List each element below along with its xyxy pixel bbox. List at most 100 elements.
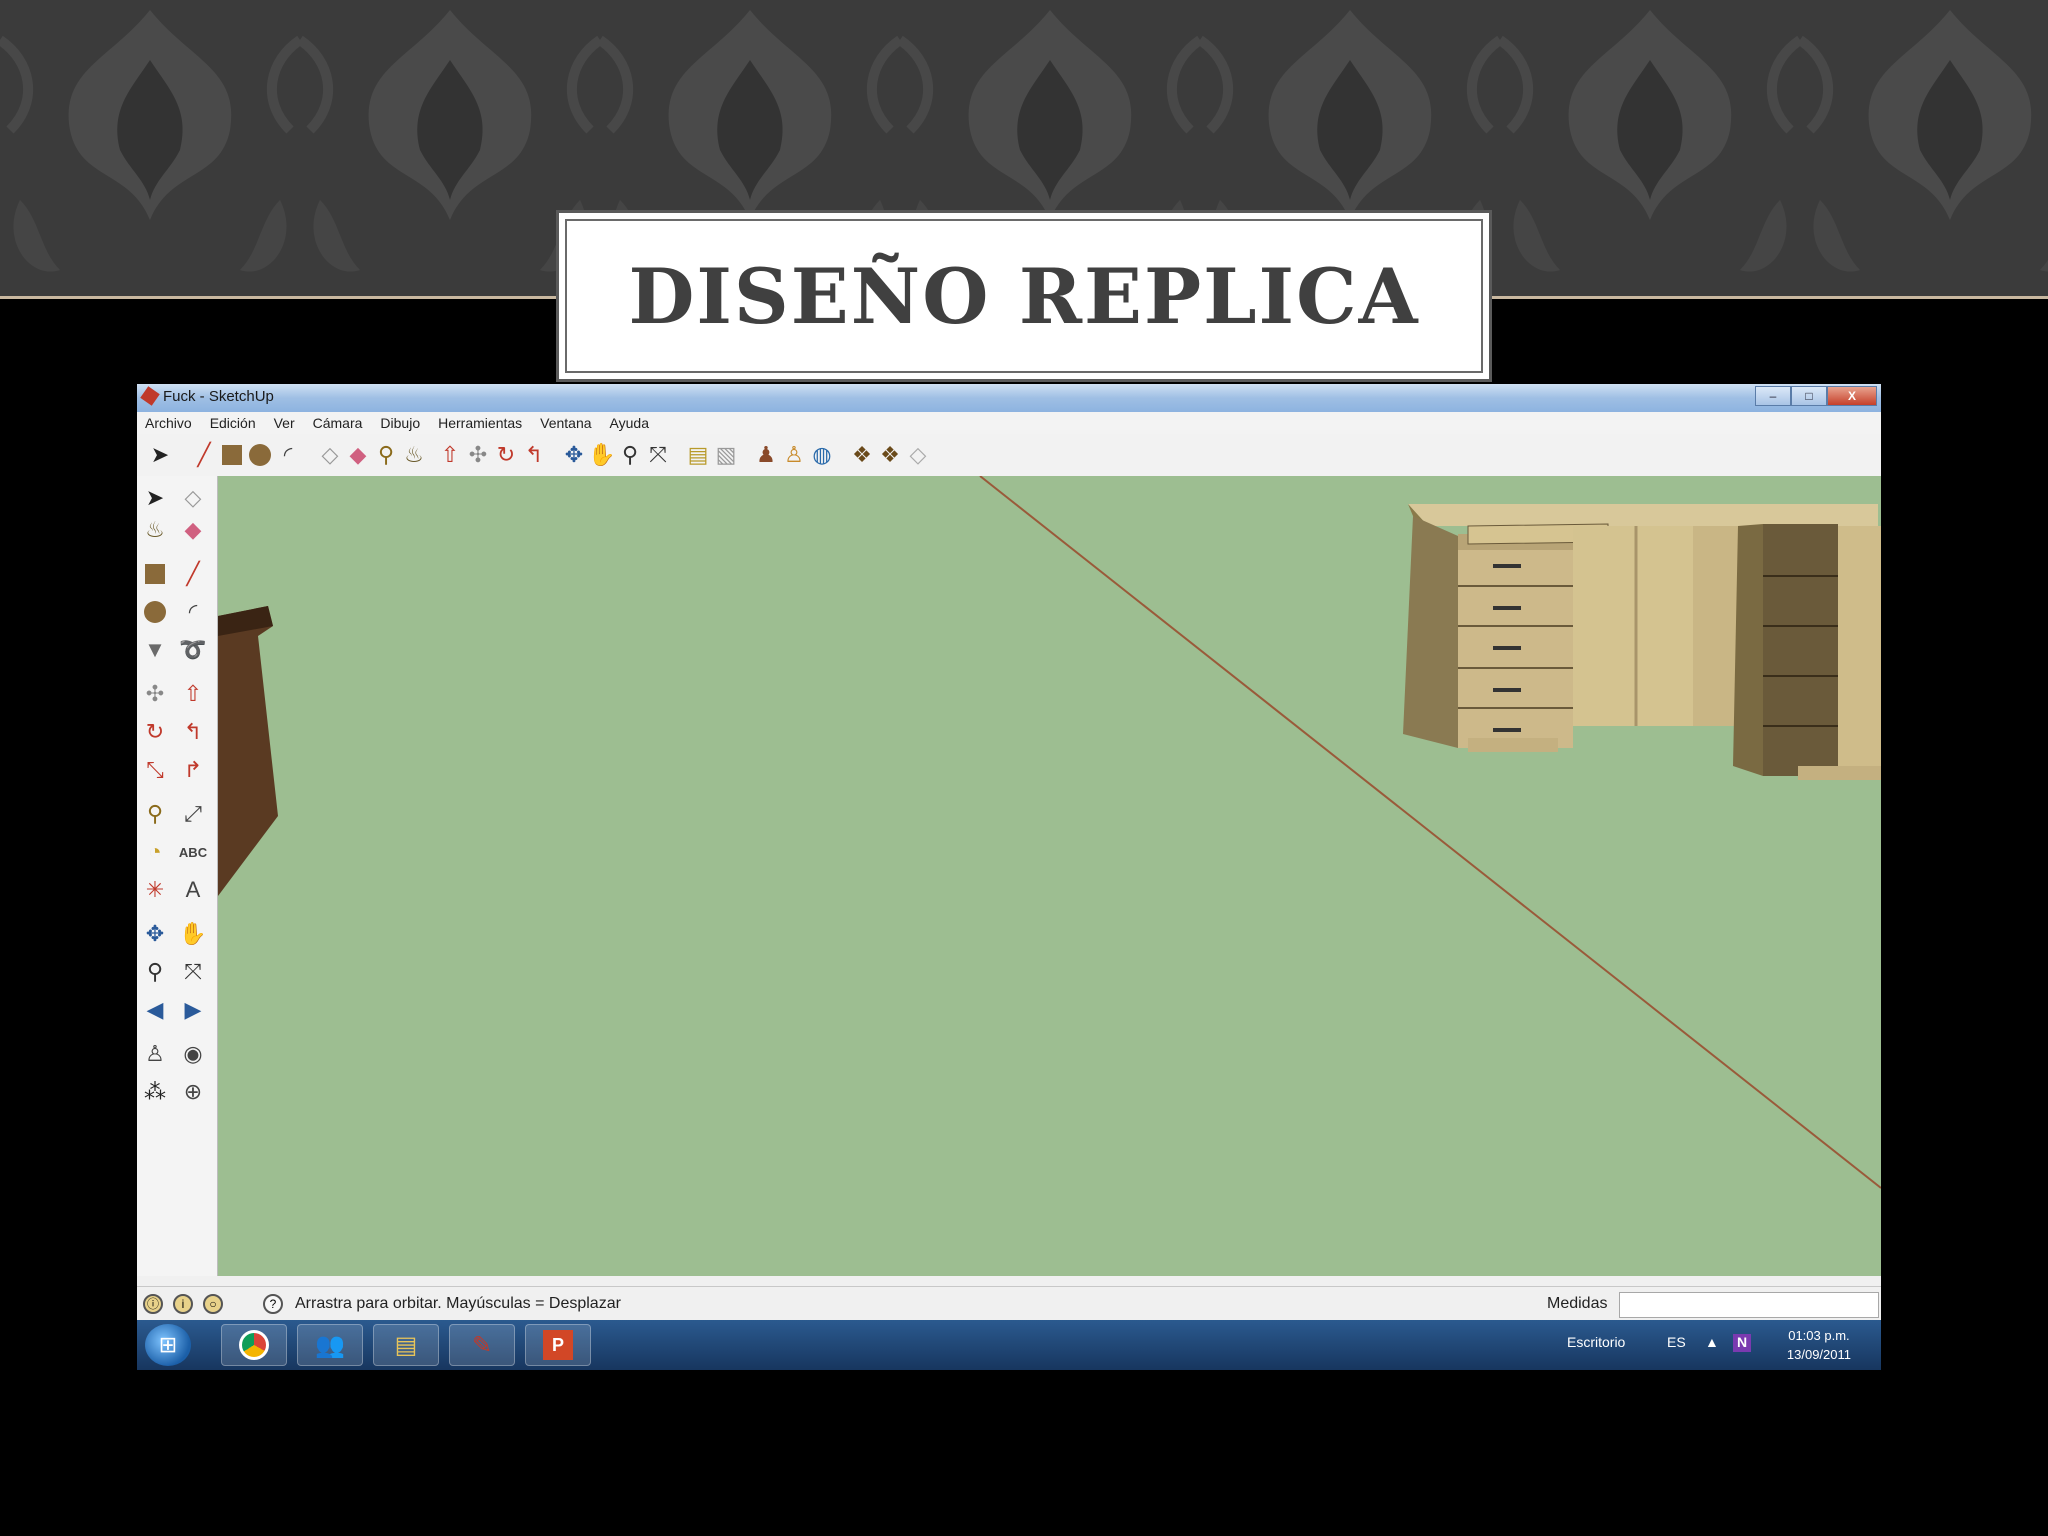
folder-icon[interactable]: ▤ (373, 1324, 439, 1366)
users-icon[interactable]: 👥 (297, 1324, 363, 1366)
pencil-icon[interactable]: ╱ (191, 442, 217, 468)
orbit-icon[interactable]: ✥ (561, 442, 587, 468)
pan-icon[interactable]: ✋ (179, 920, 207, 948)
language-indicator[interactable]: ES (1667, 1334, 1686, 1350)
sketchup-icon[interactable]: ✎ (449, 1324, 515, 1366)
menu-ayuda[interactable]: Ayuda (610, 412, 649, 434)
warehouse-icon[interactable]: ◍ (809, 442, 835, 468)
maximize-button[interactable]: □ (1791, 386, 1827, 406)
zoom-icon[interactable]: ⚲ (617, 442, 643, 468)
circle-icon[interactable] (247, 442, 273, 468)
system-clock[interactable]: 01:03 p.m. 13/09/2011 (1787, 1326, 1851, 1364)
protractor-icon[interactable]: ◔ (141, 838, 169, 866)
status-bar: ⓘ i ○ ? Arrastra para orbitar. Mayúscula… (137, 1286, 1881, 1321)
components-icon[interactable]: ❖ (849, 442, 875, 468)
credits-icon[interactable]: i (173, 1294, 193, 1314)
polygon-icon[interactable]: ▼ (141, 636, 169, 664)
geo-location-icon[interactable]: ⓘ (143, 1294, 163, 1314)
3d-text-icon[interactable]: A (179, 876, 207, 904)
drawing-area[interactable] (218, 476, 1881, 1276)
component-icon[interactable]: ◇ (179, 484, 207, 512)
eraser-icon[interactable]: ◆ (179, 516, 207, 544)
desktop-label[interactable]: Escritorio (1567, 1334, 1625, 1350)
rotate-icon[interactable]: ↻ (141, 718, 169, 746)
chrome-icon[interactable] (221, 1324, 287, 1366)
axes-icon[interactable]: ✳ (141, 876, 169, 904)
push-pull-icon[interactable]: ⇧ (179, 680, 207, 708)
next-view-icon[interactable]: ▶ (179, 996, 207, 1024)
line-icon[interactable]: ╱ (179, 560, 207, 588)
brown-object (218, 606, 278, 896)
follow-me-icon[interactable]: ↰ (521, 442, 547, 468)
push-pull-icon[interactable]: ⇧ (437, 442, 463, 468)
status-hint: Arrastra para orbitar. Mayúsculas = Desp… (295, 1295, 621, 1312)
slide-title: DISEÑO REPLICA (628, 251, 1420, 341)
look-around-icon[interactable]: ♙ (781, 442, 807, 468)
zoom-extents-icon[interactable]: ⤧ (645, 442, 671, 468)
pan-icon[interactable]: ✋ (588, 442, 615, 468)
start-button[interactable]: ⊞ (145, 1324, 191, 1366)
model-scene (218, 476, 1881, 1189)
section-plane-icon[interactable]: ⊕ (179, 1078, 207, 1106)
move-icon[interactable]: ✣ (465, 442, 491, 468)
zoom-icon[interactable]: ⚲ (141, 958, 169, 986)
menu-ver[interactable]: Ver (274, 412, 295, 434)
zoom-window-icon[interactable]: ⤧ (179, 958, 207, 986)
circle-icon[interactable] (141, 598, 169, 626)
text-icon[interactable]: ABC (179, 838, 207, 866)
menu-ventana[interactable]: Ventana (540, 412, 591, 434)
walk-icon[interactable]: ⁂ (141, 1078, 169, 1106)
rotate-icon[interactable]: ↻ (493, 442, 519, 468)
close-button[interactable]: X (1827, 386, 1877, 406)
paint-bucket-icon[interactable]: ♨ (141, 516, 169, 544)
windows-taskbar: ⊞ 👥 ▤ ✎ P Escritorio ES ▲ N 01:03 p.m. 1… (137, 1320, 1881, 1370)
menu-edicion[interactable]: Edición (210, 412, 256, 434)
offset-icon[interactable]: ↱ (179, 756, 207, 784)
slide-title-box: DISEÑO REPLICA (556, 210, 1492, 382)
main-toolbar: ➤ ╱ ◜ ◇ ◆ ⚲ ♨ ⇧ ✣ ↻ ↰ ✥ ✋ ⚲ ⤧ ▤ ▧ ♟ ♙ ◍ … (137, 434, 1881, 477)
help-icon[interactable]: ? (263, 1294, 283, 1314)
menu-camara[interactable]: Cámara (313, 412, 363, 434)
menu-dibujo[interactable]: Dibujo (380, 412, 420, 434)
tape-measure-icon[interactable]: ⚲ (141, 800, 169, 828)
component-icon[interactable]: ◇ (317, 442, 343, 468)
powerpoint-icon[interactable]: P (525, 1324, 591, 1366)
previous-view-icon[interactable]: ◀ (141, 996, 169, 1024)
measurements-label: Medidas (1547, 1295, 1608, 1312)
window-titlebar[interactable]: Fuck - SketchUp – □ X (137, 384, 1881, 412)
eraser-icon[interactable]: ◆ (345, 442, 371, 468)
menu-bar: Archivo Edición Ver Cámara Dibujo Herram… (137, 412, 1881, 434)
left-toolbar: ➤ ◇ ♨ ◆ ╱ ◜ ▼ ➰ ✣ ⇧ ↻ ↰ ⤡ ↱ ⚲ ⤢ ◔ ABC ✳ … (137, 476, 218, 1276)
materials-icon[interactable]: ❖ (877, 442, 903, 468)
follow-me-icon[interactable]: ↰ (179, 718, 207, 746)
arc-icon[interactable]: ◜ (179, 598, 207, 626)
select-icon[interactable]: ➤ (141, 484, 169, 512)
menu-herramientas[interactable]: Herramientas (438, 412, 522, 434)
look-around-icon[interactable]: ◉ (179, 1040, 207, 1068)
freehand-icon[interactable]: ➰ (179, 636, 207, 664)
tape-measure-icon[interactable]: ⚲ (373, 442, 399, 468)
scale-icon[interactable]: ⤡ (141, 756, 169, 784)
paint-bucket-icon[interactable]: ♨ (401, 442, 427, 468)
minimize-button[interactable]: – (1755, 386, 1791, 406)
right-drawer-unit (1763, 524, 1838, 776)
user-icon[interactable]: ○ (203, 1294, 223, 1314)
select-icon[interactable]: ➤ (147, 442, 173, 468)
arc-icon[interactable]: ◜ (275, 442, 301, 468)
sketchup-window: Fuck - SketchUp – □ X Archivo Edición Ve… (137, 384, 1881, 1370)
section-icon[interactable]: ▧ (713, 442, 739, 468)
desk-top (1408, 504, 1878, 526)
rectangle-icon[interactable] (141, 560, 169, 588)
move-icon[interactable]: ✣ (141, 680, 169, 708)
rectangle-icon[interactable] (219, 442, 245, 468)
menu-archivo[interactable]: Archivo (145, 412, 192, 434)
layers-icon[interactable]: ▤ (685, 442, 711, 468)
tray-expand-icon[interactable]: ▲ (1705, 1334, 1719, 1350)
onenote-icon[interactable]: N (1733, 1334, 1751, 1352)
walk-icon[interactable]: ♟ (753, 442, 779, 468)
measurements-input[interactable] (1619, 1292, 1879, 1318)
orbit-icon[interactable]: ✥ (141, 920, 169, 948)
dimension-icon[interactable]: ⤢ (179, 800, 207, 828)
styles-icon[interactable]: ◇ (905, 442, 931, 468)
position-camera-icon[interactable]: ♙ (141, 1040, 169, 1068)
